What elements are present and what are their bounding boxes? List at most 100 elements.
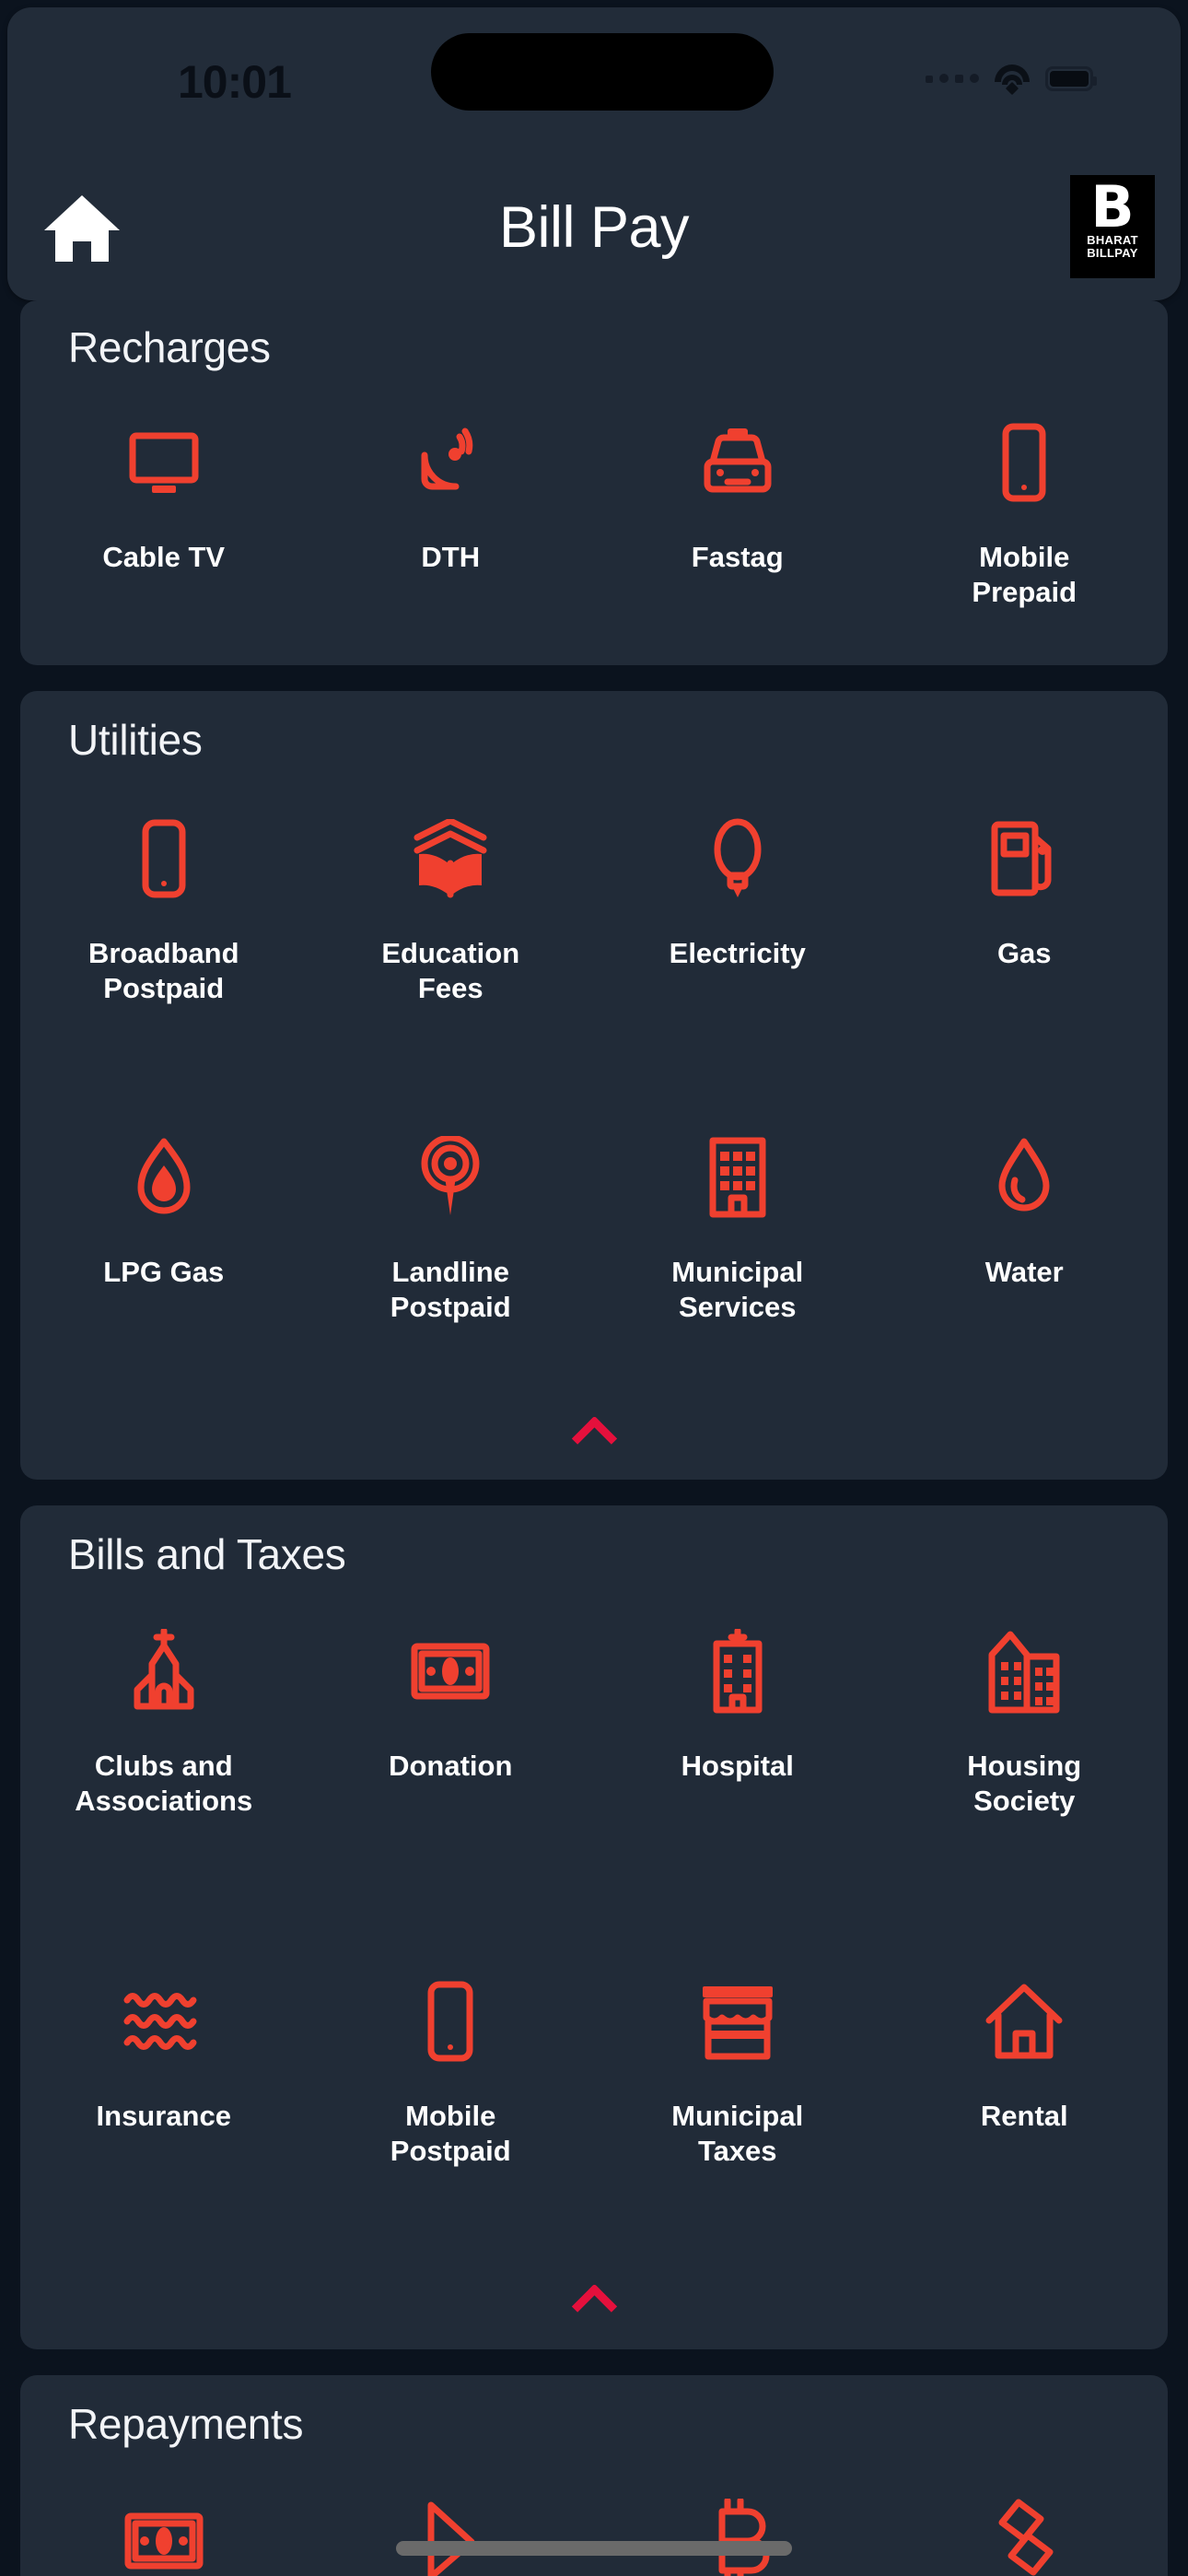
tile-repayment-3[interactable] xyxy=(594,2499,881,2576)
tile-clubs-and-associations[interactable]: Clubs and Associations xyxy=(20,1629,308,1819)
play-triangle-icon xyxy=(418,2499,483,2576)
tile-municipal-taxes[interactable]: Municipal Taxes xyxy=(594,1979,881,2169)
status-bar-clock: 10:01 xyxy=(178,56,292,108)
tile-label: Landline Postpaid xyxy=(390,1256,511,1323)
sections-scroll-area[interactable]: Recharges Cable TV DTH Fastag Mobile Pre… xyxy=(0,300,1188,2576)
bharat-billpay-mark: B xyxy=(1090,173,1135,240)
tile-rental[interactable]: Rental xyxy=(881,1979,1169,2169)
tile-label: Mobile Prepaid xyxy=(972,541,1077,608)
tile-label: Hospital xyxy=(681,1750,794,1782)
section-title: Repayments xyxy=(68,2400,304,2448)
section-grid-row2: Insurance Mobile Postpaid Municipal Taxe… xyxy=(20,1979,1168,2169)
wifi-icon xyxy=(994,64,1031,96)
page-title: Bill Pay xyxy=(498,195,690,260)
app-header: 10:01 Bill Pay B BHARAT BILLPAY xyxy=(7,7,1181,300)
tile-label: LPG Gas xyxy=(103,1256,225,1288)
grid-row: Clubs and Associations Donation Hospital… xyxy=(20,1629,1168,1819)
tile-broadband-postpaid[interactable]: Broadband Postpaid xyxy=(20,816,308,1006)
hospital-building-icon xyxy=(705,1629,770,1714)
grid-row xyxy=(20,2499,1168,2576)
taxi-icon xyxy=(696,420,779,505)
grid-row: Cable TV DTH Fastag Mobile Prepaid xyxy=(20,420,1168,610)
section-bills-and-taxes: Bills and Taxes Clubs and Associations D… xyxy=(20,1505,1168,2349)
tile-label: Clubs and Associations xyxy=(75,1750,253,1817)
signal-tower-icon xyxy=(419,1135,482,1220)
mobile-phone-icon xyxy=(425,1979,475,2064)
banknote-icon xyxy=(123,2499,204,2576)
tile-label: Housing Society xyxy=(967,1750,1082,1817)
tile-label: Donation xyxy=(389,1750,513,1782)
tile-label: DTH xyxy=(421,541,481,573)
tile-donation[interactable]: Donation xyxy=(308,1629,595,1819)
navigation-bar: Bill Pay B BHARAT BILLPAY xyxy=(7,155,1181,300)
section-grid-row1: Broadband Postpaid Education Fees Electr… xyxy=(20,816,1168,1006)
tile-hospital[interactable]: Hospital xyxy=(594,1629,881,1819)
mobile-phone-icon xyxy=(1000,420,1048,505)
mobile-phone-icon xyxy=(140,816,188,901)
tile-label: Rental xyxy=(980,2100,1068,2132)
tile-mobile-prepaid[interactable]: Mobile Prepaid xyxy=(881,420,1169,610)
battery-icon xyxy=(1045,65,1097,91)
status-bar-indicators xyxy=(926,64,1097,96)
tile-label: Municipal Taxes xyxy=(671,2100,804,2167)
tile-label: Electricity xyxy=(669,937,806,969)
tile-municipal-services[interactable]: Municipal Services xyxy=(594,1135,881,1325)
section-grid: Cable TV DTH Fastag Mobile Prepaid xyxy=(20,420,1168,610)
satellite-dish-icon xyxy=(413,420,487,505)
tile-label: Broadband Postpaid xyxy=(87,937,239,1004)
store-front-icon xyxy=(695,1979,780,2064)
status-bar: 10:01 xyxy=(7,7,1181,155)
flame-icon xyxy=(135,1135,192,1220)
grid-row: Broadband Postpaid Education Fees Electr… xyxy=(20,816,1168,1006)
tile-label: Mobile Postpaid xyxy=(390,2100,511,2167)
stacked-cards-icon xyxy=(987,2499,1061,2576)
tile-label: Insurance xyxy=(96,2100,231,2132)
section-title: Bills and Taxes xyxy=(68,1530,346,1578)
phone-screen: 10:01 Bill Pay B BHARAT BILLPAY Recharge… xyxy=(0,0,1188,2576)
tile-repayment-2[interactable] xyxy=(308,2499,595,2576)
tile-label: Water xyxy=(984,1256,1064,1288)
tile-label: Cable TV xyxy=(102,541,226,573)
tile-insurance[interactable]: Insurance xyxy=(20,1979,308,2169)
bharat-billpay-logo: B BHARAT BILLPAY xyxy=(1070,175,1155,278)
tile-water[interactable]: Water xyxy=(881,1135,1169,1325)
tile-gas[interactable]: Gas xyxy=(881,816,1169,1006)
grid-row: Insurance Mobile Postpaid Municipal Taxe… xyxy=(20,1979,1168,2169)
section-title: Utilities xyxy=(68,716,203,764)
section-utilities: Utilities Broadband Postpaid Education F… xyxy=(20,691,1168,1480)
section-grid xyxy=(20,2499,1168,2576)
collapse-bills-chevron-up-icon[interactable] xyxy=(573,2287,615,2311)
section-grid-row2: LPG Gas Landline Postpaid Municipal Serv… xyxy=(20,1135,1168,1325)
television-icon xyxy=(128,420,200,505)
bitcoin-icon xyxy=(704,2499,772,2576)
banknote-icon xyxy=(410,1629,491,1714)
section-title: Recharges xyxy=(68,323,271,371)
house-icon xyxy=(984,1979,1065,2064)
tile-repayment-4[interactable] xyxy=(881,2499,1169,2576)
home-indicator xyxy=(396,2541,792,2556)
tile-dth[interactable]: DTH xyxy=(308,420,595,610)
tile-landline-postpaid[interactable]: Landline Postpaid xyxy=(308,1135,595,1325)
tile-repayment-1[interactable] xyxy=(20,2499,308,2576)
tile-lpg-gas[interactable]: LPG Gas xyxy=(20,1135,308,1325)
tile-label: Municipal Services xyxy=(671,1256,804,1323)
tile-label: Fastag xyxy=(691,541,784,573)
tile-education-fees[interactable]: Education Fees xyxy=(308,816,595,1006)
open-book-icon xyxy=(410,816,491,901)
collapse-utilities-chevron-up-icon[interactable] xyxy=(573,1419,615,1443)
dynamic-island xyxy=(431,33,774,111)
waves-icon xyxy=(122,1979,206,2064)
bharat-billpay-line2: BILLPAY xyxy=(1087,246,1138,260)
tile-fastag[interactable]: Fastag xyxy=(594,420,881,610)
tile-label: Education Fees xyxy=(381,937,520,1004)
water-drop-icon xyxy=(996,1135,1052,1220)
church-icon xyxy=(128,1629,200,1714)
grid-row: LPG Gas Landline Postpaid Municipal Serv… xyxy=(20,1135,1168,1325)
fuel-pump-icon xyxy=(989,816,1059,901)
building-icon xyxy=(704,1135,772,1220)
bharat-billpay-line1: BHARAT xyxy=(1087,233,1138,247)
tile-cable-tv[interactable]: Cable TV xyxy=(20,420,308,610)
tile-mobile-postpaid[interactable]: Mobile Postpaid xyxy=(308,1979,595,2169)
tile-electricity[interactable]: Electricity xyxy=(594,816,881,1006)
tile-housing-society[interactable]: Housing Society xyxy=(881,1629,1169,1819)
